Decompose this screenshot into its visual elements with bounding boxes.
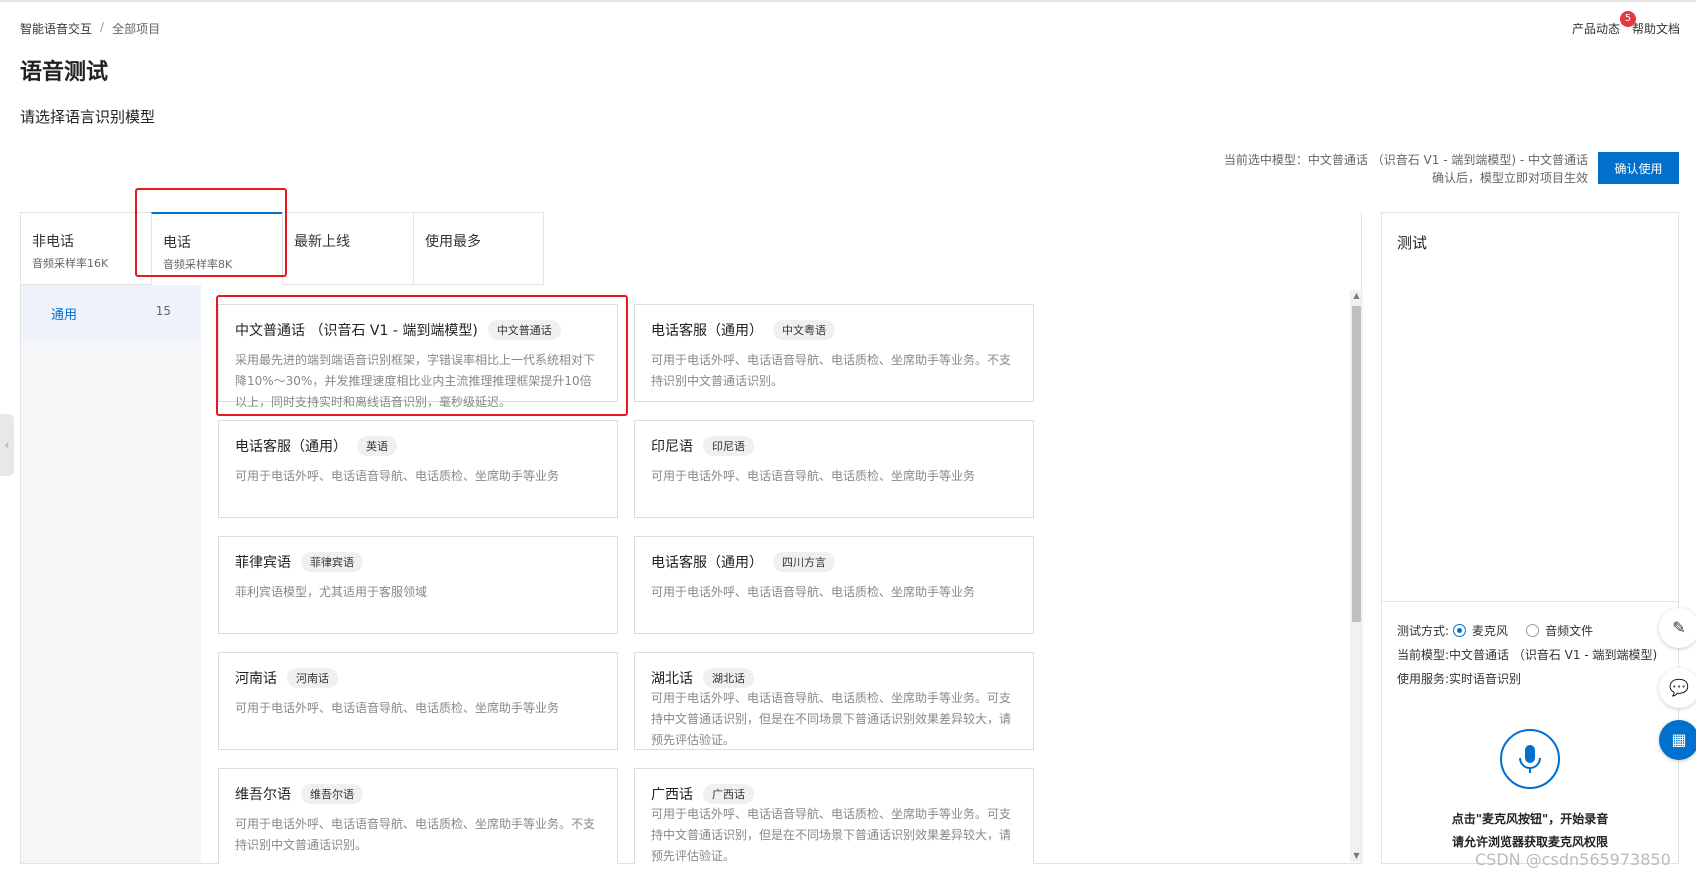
tab-newest[interactable]: 最新上线: [282, 212, 413, 285]
card-title: 电话客服（通用）: [651, 323, 763, 339]
radio-microphone-label[interactable]: 麦克风: [1472, 622, 1508, 639]
microphone-icon: [1519, 745, 1541, 773]
edit-icon[interactable]: ✎: [1659, 608, 1696, 648]
test-panel: 测试 测试方式: 麦克风 音频文件 当前模型: 中文普通话 （识音石 V1 - …: [1381, 212, 1679, 864]
model-card[interactable]: 印尼语 印尼语 可用于电话外呼、电话语音导航、电话质检、坐席助手等业务: [634, 420, 1034, 518]
mic-hint: 点击"麦克风按钮"，开始录音: [1451, 812, 1609, 826]
breadcrumb-root[interactable]: 智能语音交互: [20, 20, 92, 37]
card-title: 菲律宾语: [235, 555, 291, 571]
model-card[interactable]: 电话客服（通用） 四川方言 可用于电话外呼、电话语音导航、电话质检、坐席助手等业务: [634, 536, 1034, 634]
watermark: CSDN @csdn565973850: [1475, 850, 1671, 869]
card-tag: 中文粤语: [773, 320, 835, 340]
highlight-box-selected-card: [216, 295, 628, 416]
service-value: 实时语音识别: [1449, 671, 1522, 686]
test-settings: 测试方式: 麦克风 音频文件 当前模型: 中文普通话 （识音石 V1 - 端到端…: [1382, 601, 1678, 706]
model-card[interactable]: 菲律宾语 菲律宾语 菲利宾语模型，尤其适用于客服领域: [218, 536, 618, 634]
scroll-down-arrow-icon[interactable]: ▼: [1350, 850, 1363, 862]
test-panel-title: 测试: [1397, 234, 1428, 252]
scroll-up-arrow-icon[interactable]: ▲: [1350, 290, 1363, 302]
test-mode-label: 测试方式:: [1397, 623, 1450, 638]
help-docs-link[interactable]: 帮助文档: [1632, 20, 1680, 37]
current-model-label: 当前模型:: [1397, 647, 1450, 662]
card-description: 可用于电话外呼、电话语音导航、电话质检、坐席助手等业务。不支持识别中文普通话识别…: [651, 353, 1012, 388]
card-description: 菲利宾语模型，尤其适用于客服领域: [235, 585, 428, 599]
feedback-chat-icon[interactable]: 💬: [1659, 668, 1696, 708]
model-card[interactable]: 湖北话 湖北话 可用于电话外呼、电话语音导航、电话质检、坐席助手等业务。可支持中文…: [634, 652, 1034, 750]
current-model-note: 确认后，模型立即对项目生效: [1431, 171, 1588, 185]
tab-label: 非电话: [32, 234, 74, 250]
card-list-scrollbar[interactable]: ▲ ▼: [1350, 290, 1363, 862]
highlight-box-phone-tab: [135, 188, 287, 277]
card-tag: 四川方言: [773, 552, 835, 572]
card-tag: 英语: [357, 436, 397, 456]
current-model-line: 当前选中模型：中文普通话 （识音石 V1 - 端到端模型) - 中文普通话: [1223, 153, 1588, 167]
confirm-button[interactable]: 确认使用: [1598, 152, 1679, 184]
radio-audio-file-label[interactable]: 音频文件: [1545, 622, 1593, 639]
model-card[interactable]: 广西话 广西话 可用于电话外呼、电话语音导航、电话质检、坐席助手等业务。可支持中文…: [634, 768, 1034, 864]
category-sidebar: 通用 15: [21, 285, 201, 863]
tab-sublabel: 音频采样率16K: [32, 257, 109, 270]
card-tag: 广西话: [703, 784, 754, 804]
model-card[interactable]: 维吾尔语 维吾尔语 可用于电话外呼、电话语音导航、电话质检、坐席助手等业务。不支持…: [218, 768, 618, 864]
service-label: 使用服务:: [1397, 671, 1450, 686]
model-card[interactable]: 河南话 河南话 可用于电话外呼、电话语音导航、电话质检、坐席助手等业务: [218, 652, 618, 750]
collapse-sidebar-icon[interactable]: ‹: [0, 414, 14, 476]
model-card[interactable]: 电话客服（通用） 英语 可用于电话外呼、电话语音导航、电话质检、坐席助手等业务: [218, 420, 618, 518]
product-news-label: 产品动态: [1571, 22, 1620, 36]
category-item-general[interactable]: 通用 15: [21, 285, 201, 339]
card-tag: 印尼语: [703, 436, 754, 456]
radio-microphone[interactable]: [1453, 623, 1467, 637]
scroll-thumb[interactable]: [1352, 306, 1361, 622]
card-tag: 湖北话: [703, 668, 754, 688]
card-description: 可用于电话外呼、电话语音导航、电话质检、坐席助手等业务。可支持中文普通话识别，但…: [651, 691, 1012, 747]
model-card[interactable]: 电话客服（通用） 中文粤语 可用于电话外呼、电话语音导航、电话质检、坐席助手等业务…: [634, 304, 1034, 402]
card-description: 可用于电话外呼、电话语音导航、电话质检、坐席助手等业务: [235, 469, 560, 483]
card-tag: 河南话: [287, 668, 338, 688]
tab-label: 使用最多: [425, 234, 481, 250]
breadcrumb-current[interactable]: 全部项目: [112, 20, 160, 37]
card-description: 可用于电话外呼、电话语音导航、电话质检、坐席助手等业务。可支持中文普通话识别，但…: [651, 807, 1012, 863]
card-title: 广西话: [651, 787, 693, 803]
card-description: 可用于电话外呼、电话语音导航、电话质检、坐席助手等业务: [235, 701, 560, 715]
news-count-badge: 5: [1619, 11, 1636, 27]
card-title: 河南话: [235, 671, 277, 687]
tab-non-phone[interactable]: 非电话 音频采样率16K: [20, 212, 151, 285]
radio-audio-file[interactable]: [1526, 623, 1540, 637]
page-subtitle: 请选择语言识别模型: [20, 108, 156, 126]
current-model-info: 当前选中模型：中文普通话 （识音石 V1 - 端到端模型) - 中文普通话 确认…: [1224, 151, 1588, 187]
category-count: 15: [155, 304, 171, 318]
card-title: 电话客服（通用）: [235, 439, 347, 455]
card-description: 可用于电话外呼、电话语音导航、电话质检、坐席助手等业务。不支持识别中文普通话识别…: [235, 817, 596, 852]
category-name: 通用: [51, 308, 78, 323]
card-tag: 维吾尔语: [301, 784, 363, 804]
card-title: 湖北话: [651, 671, 693, 687]
card-title: 印尼语: [651, 439, 693, 455]
breadcrumb: 智能语音交互 / 全部项目: [20, 20, 160, 37]
card-tag: 菲律宾语: [301, 552, 363, 572]
apps-grid-icon[interactable]: ▦: [1659, 720, 1696, 760]
current-model-value: 中文普通话 （识音石 V1 - 端到端模型): [1449, 647, 1658, 662]
microphone-button[interactable]: [1500, 729, 1560, 789]
tab-most-used[interactable]: 使用最多: [413, 212, 544, 285]
mic-permission-hint: 请允许浏览器获取麦克风权限: [1451, 835, 1608, 849]
product-news-link[interactable]: 产品动态 5: [1571, 11, 1636, 37]
card-title: 维吾尔语: [235, 787, 291, 803]
tab-label: 最新上线: [294, 234, 350, 250]
top-divider: [0, 0, 1696, 2]
page-title: 语音测试: [20, 60, 109, 85]
breadcrumb-separator: /: [100, 20, 105, 34]
top-links: 产品动态 5 帮助文档: [1571, 11, 1680, 37]
card-description: 可用于电话外呼、电话语音导航、电话质检、坐席助手等业务: [651, 585, 976, 599]
card-title: 电话客服（通用）: [651, 555, 763, 571]
card-description: 可用于电话外呼、电话语音导航、电话质检、坐席助手等业务: [651, 469, 976, 483]
